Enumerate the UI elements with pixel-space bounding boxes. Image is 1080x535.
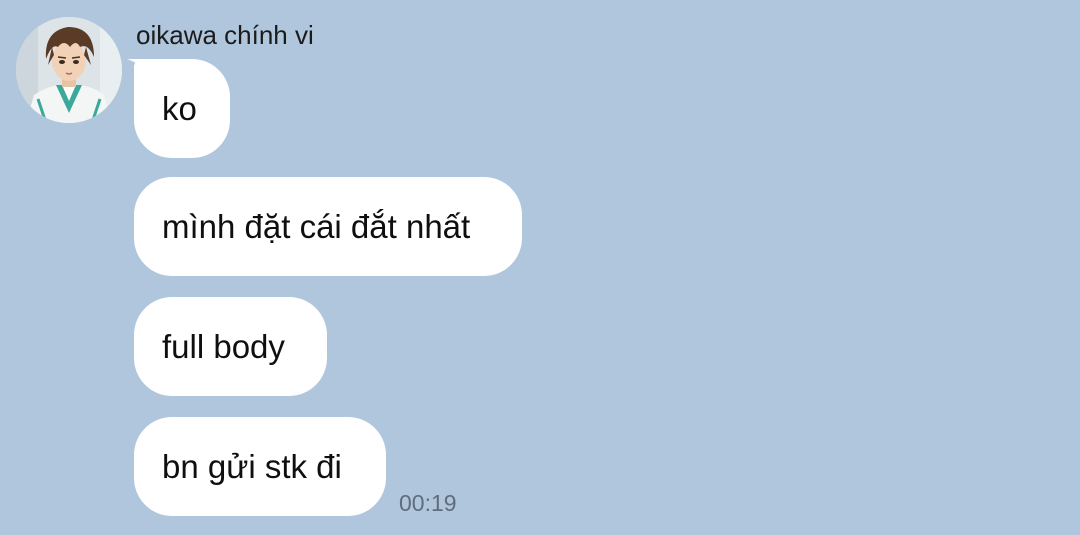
message-timestamp: 00:19 bbox=[399, 490, 457, 516]
message-text: full body bbox=[162, 327, 285, 365]
anime-character-avatar-icon bbox=[16, 17, 122, 123]
message-bubble[interactable]: ko bbox=[134, 59, 230, 158]
message-bubble[interactable]: bn gửi stk đi bbox=[134, 417, 386, 516]
message-text: bn gửi stk đi bbox=[162, 447, 342, 485]
message-text: mình đặt cái đắt nhất bbox=[162, 207, 471, 245]
sender-avatar[interactable] bbox=[16, 17, 122, 123]
message-bubble[interactable]: full body bbox=[134, 297, 327, 396]
chat-area: oikawa chính vi ko mình đặt cái đắt nhất… bbox=[0, 0, 1080, 535]
message-bubble[interactable]: mình đặt cái đắt nhất bbox=[134, 177, 522, 276]
message-text: ko bbox=[162, 89, 197, 127]
sender-name: oikawa chính vi bbox=[136, 20, 314, 50]
